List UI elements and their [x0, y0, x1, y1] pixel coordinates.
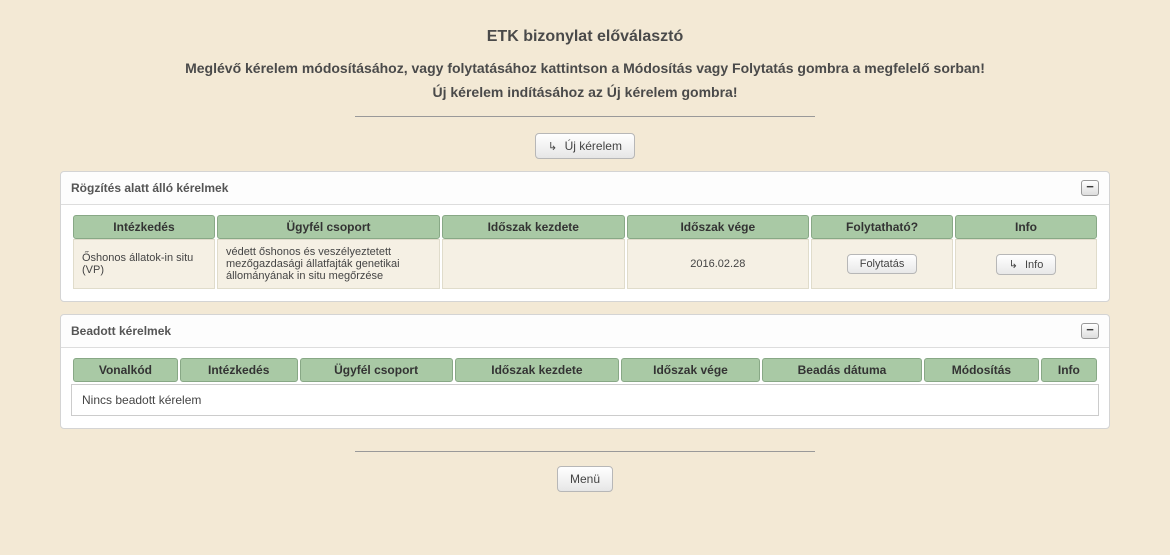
page-title: ETK bizonylat előválasztó	[120, 28, 1050, 46]
panel-title: Rögzítés alatt álló kérelmek	[71, 181, 228, 195]
panel-submitted-requests: Beadott kérelmek − Vonalkód Intézkedés Ü…	[60, 314, 1110, 429]
return-arrow-icon	[1009, 259, 1018, 271]
col-ugyfel-csoport: Ügyfél csoport	[300, 358, 453, 382]
col-ugyfel-csoport: Ügyfél csoport	[217, 215, 440, 239]
cell-info: Info	[955, 239, 1097, 289]
menu-button[interactable]: Menü	[557, 466, 613, 492]
continue-label: Folytatás	[860, 258, 905, 270]
col-info: Info	[955, 215, 1097, 239]
empty-message: Nincs beadott kérelem	[71, 384, 1099, 416]
col-modositas: Módosítás	[924, 358, 1039, 382]
panel-in-progress-requests: Rögzítés alatt álló kérelmek − Intézkedé…	[60, 171, 1110, 302]
col-folytathato: Folytatható?	[811, 215, 953, 239]
divider	[355, 451, 815, 452]
info-button[interactable]: Info	[996, 254, 1057, 275]
cell-folytathato: Folytatás	[811, 239, 953, 289]
cell-idoszak-kezdete	[442, 239, 625, 289]
cell-intezkedes: Őshonos állatok-in situ (VP)	[73, 239, 215, 289]
cell-ugyfel-csoport: védett őshonos és veszélyeztetett mezőga…	[217, 239, 440, 289]
col-idoszak-vege: Időszak vége	[627, 215, 810, 239]
info-label: Info	[1025, 259, 1043, 271]
col-vonalkod: Vonalkód	[73, 358, 178, 382]
return-arrow-icon	[548, 139, 557, 153]
panel-title: Beadott kérelmek	[71, 324, 171, 338]
collapse-button[interactable]: −	[1081, 323, 1099, 339]
col-idoszak-kezdete: Időszak kezdete	[455, 358, 620, 382]
continue-button[interactable]: Folytatás	[847, 254, 918, 274]
new-request-button[interactable]: Új kérelem	[535, 133, 635, 159]
col-idoszak-kezdete: Időszak kezdete	[442, 215, 625, 239]
col-info: Info	[1041, 358, 1097, 382]
page-subtitle-2: Új kérelem indításához az Új kérelem gom…	[120, 84, 1050, 100]
menu-label: Menü	[570, 472, 600, 486]
cell-idoszak-vege: 2016.02.28	[627, 239, 810, 289]
page-subtitle-1: Meglévő kérelem módosításához, vagy foly…	[120, 60, 1050, 76]
col-intezkedes: Intézkedés	[73, 215, 215, 239]
col-beadas-datuma: Beadás dátuma	[762, 358, 922, 382]
col-idoszak-vege: Időszak vége	[621, 358, 760, 382]
table-row: Őshonos állatok-in situ (VP) védett ősho…	[73, 239, 1097, 289]
col-intezkedes: Intézkedés	[180, 358, 298, 382]
collapse-button[interactable]: −	[1081, 180, 1099, 196]
new-request-label: Új kérelem	[565, 139, 622, 153]
divider	[355, 116, 815, 117]
